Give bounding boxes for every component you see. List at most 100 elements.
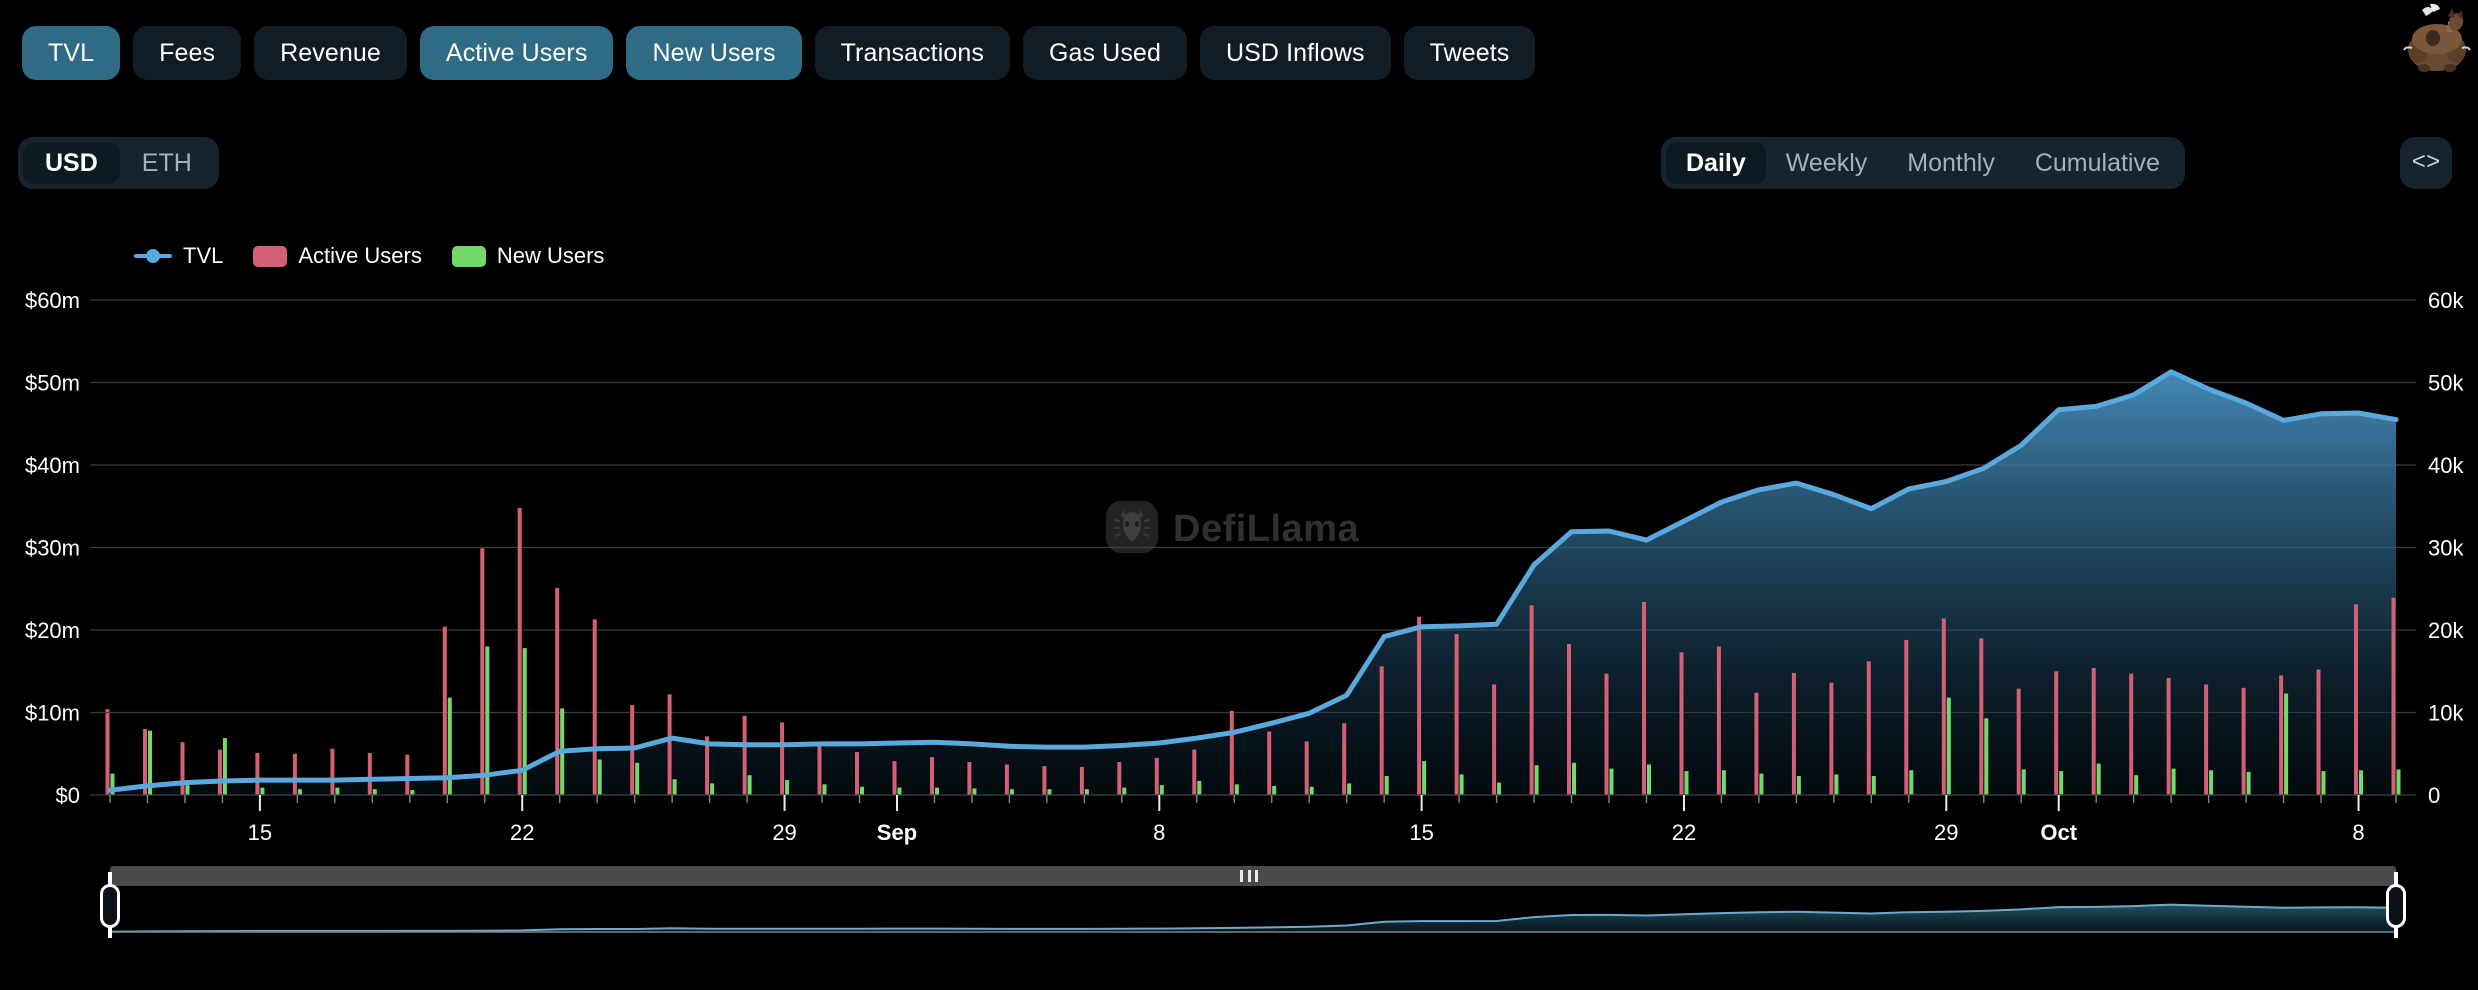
range-end-handle[interactable] bbox=[2384, 872, 2408, 938]
bar-active-users bbox=[1904, 640, 1908, 795]
bar-active-users bbox=[2317, 670, 2321, 795]
bar-active-users bbox=[293, 754, 297, 795]
bar-new-users bbox=[1647, 765, 1651, 796]
legend-item-new-users[interactable]: New Users bbox=[452, 243, 605, 269]
currency-option-eth[interactable]: ETH bbox=[120, 142, 214, 184]
pan-grip-icon[interactable] bbox=[1240, 870, 1258, 882]
y-axis-right-tick: 40k bbox=[2428, 453, 2464, 478]
bar-new-users bbox=[785, 780, 789, 795]
bar-active-users bbox=[2279, 675, 2283, 795]
metric-tab-gas-used[interactable]: Gas Used bbox=[1023, 26, 1187, 80]
y-axis-left-tick: $50m bbox=[25, 371, 80, 396]
chart-plot-area[interactable]: $0$10m$20m$30m$40m$50m$60m 010k20k30k40k… bbox=[0, 290, 2478, 860]
legend-item-active-users[interactable]: Active Users bbox=[253, 243, 421, 269]
bar-active-users bbox=[368, 753, 372, 795]
bar-active-users bbox=[1979, 638, 1983, 795]
x-axis-tick-label: 8 bbox=[1153, 820, 1165, 845]
bar-active-users bbox=[1492, 684, 1496, 795]
bar-new-users bbox=[1722, 770, 1726, 795]
bar-new-users bbox=[2359, 770, 2363, 795]
metric-tab-revenue[interactable]: Revenue bbox=[254, 26, 407, 80]
bar-new-users bbox=[1460, 774, 1464, 795]
defillama-chart-page: TVLFeesRevenueActive UsersNew UsersTrans… bbox=[0, 0, 2478, 990]
bar-active-users bbox=[1155, 758, 1159, 795]
interval-option-cumulative[interactable]: Cumulative bbox=[2015, 142, 2180, 184]
metric-tab-new-users[interactable]: New Users bbox=[626, 26, 801, 80]
bar-new-users bbox=[1047, 789, 1051, 795]
bar-new-users bbox=[972, 788, 976, 795]
bar-new-users bbox=[1909, 770, 1913, 795]
bar-new-users bbox=[2247, 772, 2251, 795]
bar-new-users bbox=[2322, 771, 2326, 795]
bar-new-users bbox=[373, 789, 377, 795]
bar-active-users bbox=[1042, 766, 1046, 795]
bar-new-users bbox=[523, 648, 527, 795]
tvl-area-fill bbox=[110, 372, 2396, 795]
interval-toggle: DailyWeeklyMonthlyCumulative bbox=[1661, 137, 2185, 189]
bar-new-users bbox=[2397, 769, 2401, 795]
legend-swatch-active-users bbox=[253, 246, 287, 267]
bar-active-users bbox=[930, 757, 934, 795]
bar-new-users bbox=[1834, 774, 1838, 795]
x-axis-tick-label: Oct bbox=[2040, 820, 2077, 845]
range-start-handle[interactable] bbox=[98, 872, 122, 938]
bar-new-users bbox=[1797, 776, 1801, 795]
metric-tab-bar: TVLFeesRevenueActive UsersNew Users Trans… bbox=[22, 26, 1535, 80]
y-axis-left-tick: $20m bbox=[25, 618, 80, 643]
legend-swatch-tvl bbox=[134, 246, 172, 266]
code-brackets-icon: <> bbox=[2412, 150, 2441, 177]
legend-label-tvl: TVL bbox=[183, 243, 223, 269]
bar-new-users bbox=[710, 783, 714, 795]
bar-new-users bbox=[673, 779, 677, 795]
bar-active-users bbox=[405, 755, 409, 795]
y-axis-right-tick: 50k bbox=[2428, 371, 2464, 396]
bar-active-users bbox=[2354, 604, 2358, 795]
x-axis-tick-label: 29 bbox=[772, 820, 796, 845]
bar-active-users bbox=[106, 709, 110, 795]
bar-new-users bbox=[223, 738, 227, 795]
chart-range-slider[interactable] bbox=[110, 866, 2396, 942]
interval-option-daily[interactable]: Daily bbox=[1666, 142, 1766, 184]
chart-legend: TVL Active Users New Users bbox=[134, 243, 604, 269]
bar-new-users bbox=[2022, 769, 2026, 795]
bar-active-users bbox=[518, 508, 522, 795]
legend-swatch-new-users bbox=[452, 246, 486, 267]
currency-option-usd[interactable]: USD bbox=[23, 142, 120, 184]
bar-new-users bbox=[860, 787, 864, 795]
bar-new-users bbox=[335, 788, 339, 795]
legend-label-new-users: New Users bbox=[497, 243, 605, 269]
bar-active-users bbox=[1530, 605, 1534, 795]
embed-code-button[interactable]: <> bbox=[2400, 137, 2452, 189]
bar-active-users bbox=[1192, 750, 1196, 795]
bar-active-users bbox=[1455, 634, 1459, 795]
x-axis-tick-label: 15 bbox=[1409, 820, 1433, 845]
bar-active-users bbox=[1567, 644, 1571, 795]
interval-option-weekly[interactable]: Weekly bbox=[1766, 142, 1888, 184]
bar-new-users bbox=[1872, 776, 1876, 795]
metric-tab-transactions[interactable]: Transactions bbox=[815, 26, 1010, 80]
y-axis-right-tick: 30k bbox=[2428, 536, 2464, 561]
bar-active-users bbox=[2242, 688, 2246, 795]
bar-active-users bbox=[443, 627, 447, 795]
metric-tab-active-users[interactable]: Active Users bbox=[420, 26, 614, 80]
bar-active-users bbox=[2054, 671, 2058, 795]
bar-active-users bbox=[555, 588, 559, 795]
bar-active-users bbox=[255, 753, 259, 795]
bar-new-users bbox=[1385, 776, 1389, 795]
metric-tab-fees[interactable]: Fees bbox=[133, 26, 241, 80]
x-axis-tick-label: 15 bbox=[248, 820, 272, 845]
bar-new-users bbox=[2134, 775, 2138, 795]
bar-active-users bbox=[1380, 666, 1384, 795]
y-axis-right-tick: 20k bbox=[2428, 618, 2464, 643]
metric-tab-tweets[interactable]: Tweets bbox=[1404, 26, 1536, 80]
bar-active-users bbox=[1305, 741, 1309, 795]
legend-item-tvl[interactable]: TVL bbox=[134, 243, 223, 269]
bar-active-users bbox=[1605, 674, 1609, 795]
bar-new-users bbox=[1984, 718, 1988, 795]
bar-active-users bbox=[967, 762, 971, 795]
bar-new-users bbox=[1085, 789, 1089, 795]
metric-tab-tvl[interactable]: TVL bbox=[22, 26, 120, 80]
metric-tab-usd-inflows[interactable]: USD Inflows bbox=[1200, 26, 1391, 80]
interval-option-monthly[interactable]: Monthly bbox=[1887, 142, 2015, 184]
x-axis-tick-label: 22 bbox=[510, 820, 534, 845]
